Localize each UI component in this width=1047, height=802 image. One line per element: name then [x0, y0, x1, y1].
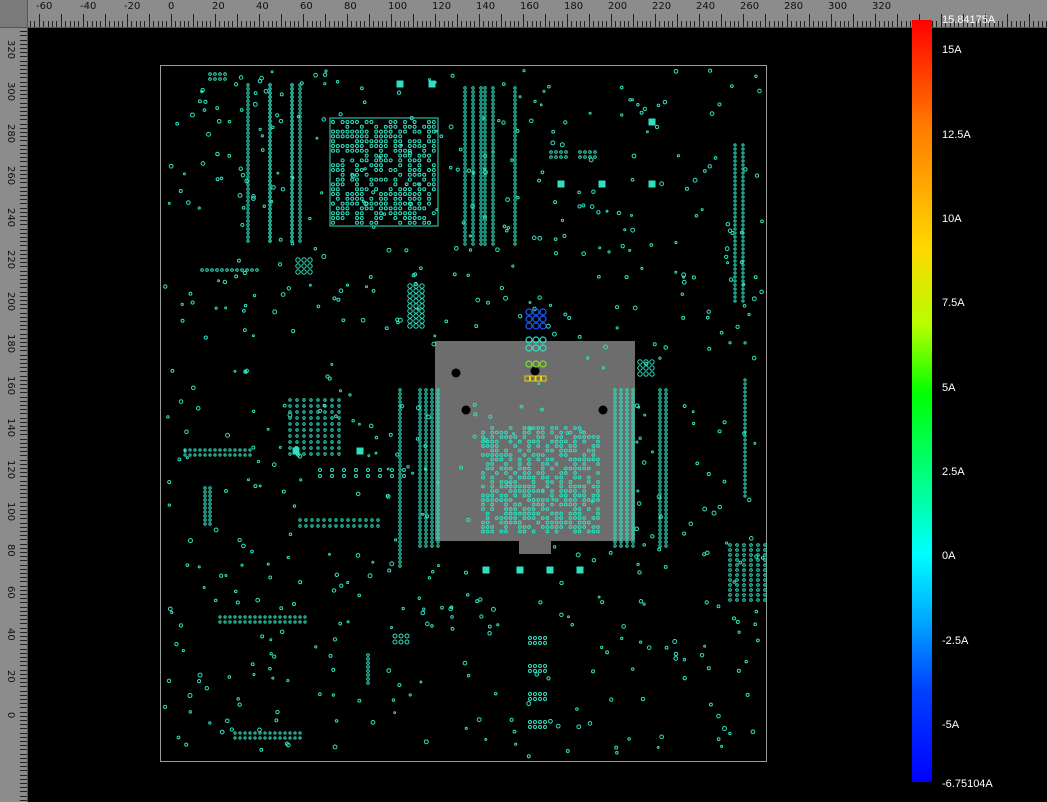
legend-tick-label: 15A: [942, 44, 962, 56]
legend-tick-label: 5A: [942, 382, 956, 394]
pcb-pads: [162, 68, 767, 759]
legend-tick-label: 0A: [942, 550, 956, 562]
legend-tick-label: -5A: [942, 719, 960, 731]
legend-max-label: 15.84175A: [942, 14, 996, 26]
current-color-scale-bar: [912, 20, 932, 782]
legend-tick-label: -2.5A: [942, 635, 969, 647]
legend-tick-label: 7.5A: [942, 297, 965, 309]
legend-tick-label: 10A: [942, 213, 962, 225]
legend-tick-label: 12.5A: [942, 129, 971, 141]
pcb-layout-canvas[interactable]: [0, 0, 1047, 802]
legend-min-label: -6.75104A: [942, 778, 993, 790]
legend-tick-label: 2.5A: [942, 466, 965, 478]
